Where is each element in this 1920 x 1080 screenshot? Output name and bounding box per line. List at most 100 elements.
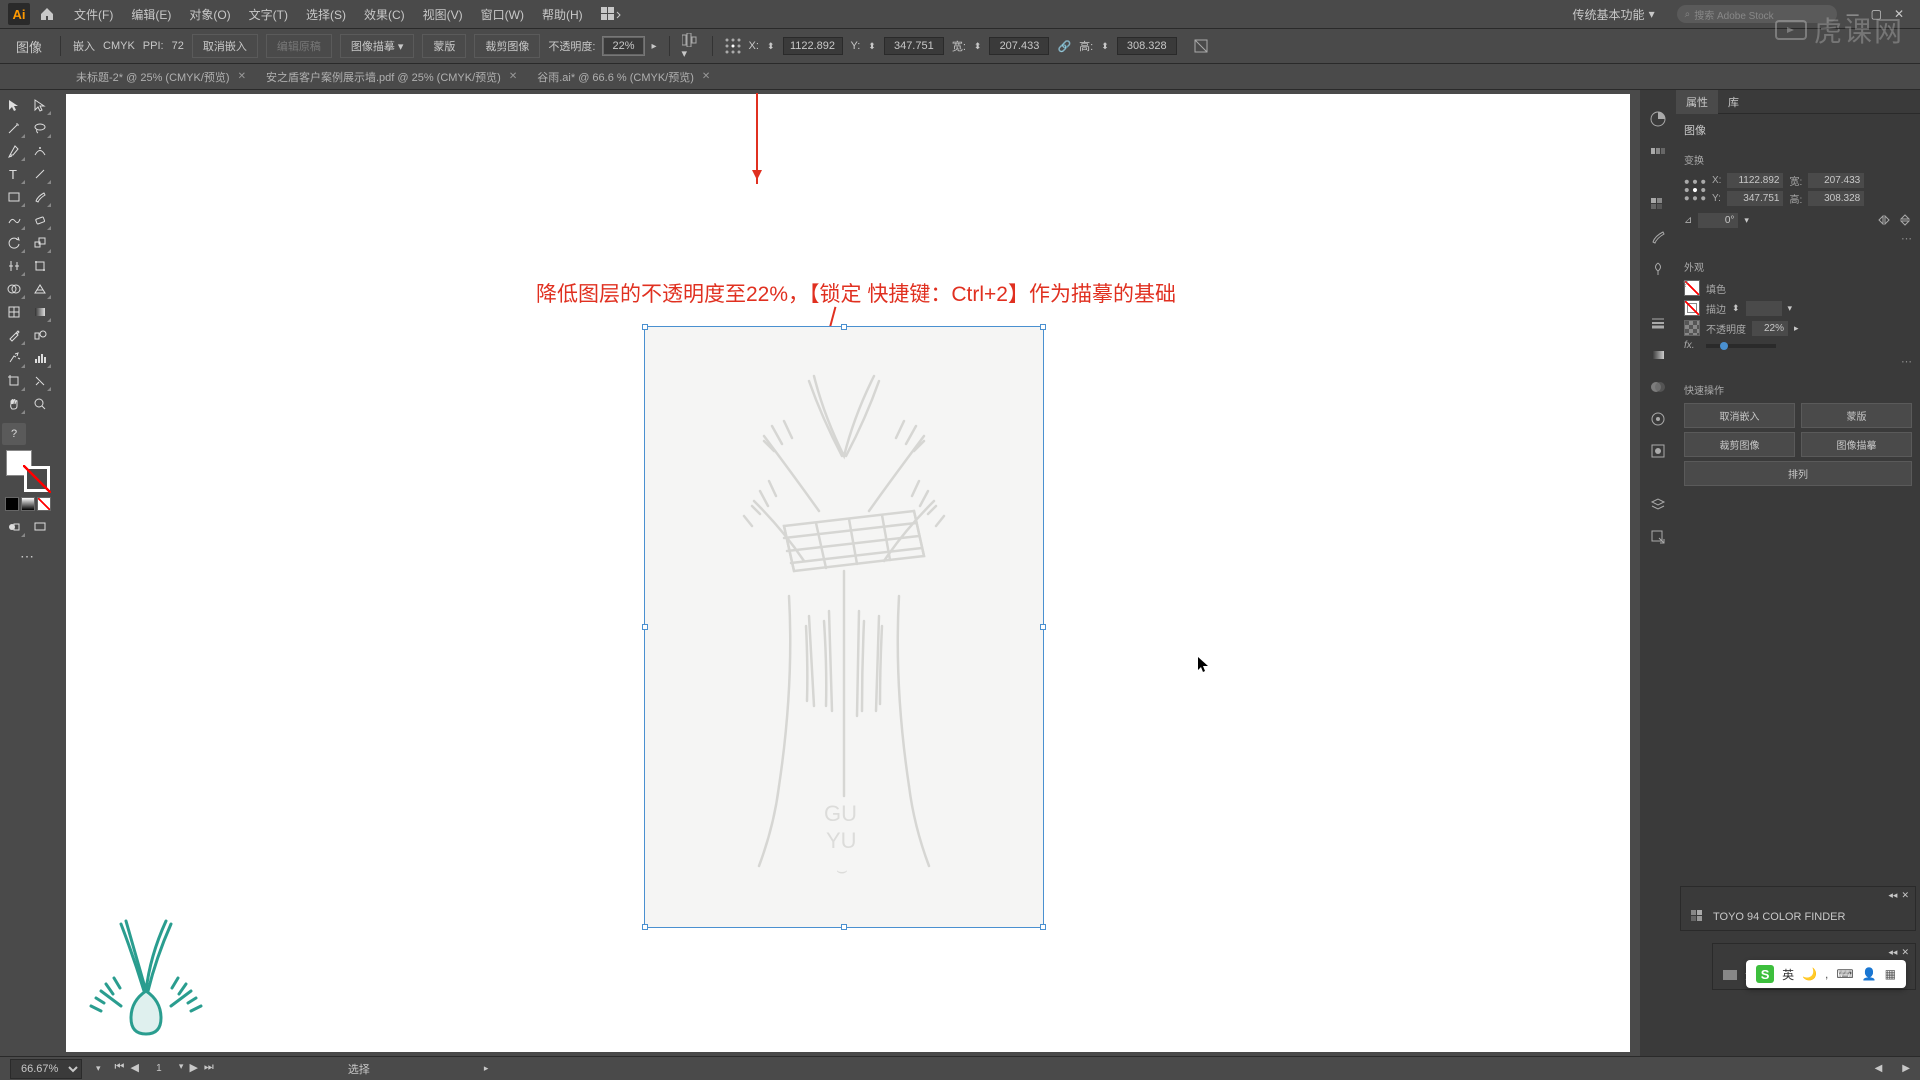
slice-tool[interactable] [28, 370, 52, 392]
next-artboard-icon[interactable]: ▶ [189, 1061, 197, 1076]
gradient-panel-icon[interactable] [1647, 344, 1669, 366]
transparency-panel-icon[interactable] [1647, 376, 1669, 398]
prop-opacity-field[interactable] [1752, 321, 1788, 336]
free-transform-tool[interactable] [28, 255, 52, 277]
chevron-down-icon[interactable]: ▾ [1744, 215, 1749, 226]
scroll-right-icon[interactable]: ▶ [1902, 1063, 1910, 1074]
color-panel-icon[interactable] [1647, 108, 1669, 130]
curvature-tool[interactable] [28, 140, 52, 162]
artboard-tool[interactable] [2, 370, 26, 392]
crop-button[interactable]: 裁剪图像 [474, 34, 540, 58]
menu-select[interactable]: 选择(S) [298, 2, 354, 27]
chevron-down-icon[interactable]: ▾ [96, 1063, 101, 1074]
align-icon[interactable]: ▾ [682, 33, 700, 60]
image-trace-button[interactable]: 图像描摹 ▾ [340, 34, 415, 58]
tab-doc-3[interactable]: 谷雨.ai* @ 66.6 % (CMYK/预览)✕ [527, 64, 720, 90]
graphic-styles-icon[interactable] [1647, 440, 1669, 462]
menu-file[interactable]: 文件(F) [66, 2, 121, 27]
status-flyout-icon[interactable]: ▸ [484, 1063, 489, 1074]
handle-n[interactable] [841, 324, 847, 330]
link-icon[interactable]: 🔗 [1057, 40, 1071, 53]
prop-h-field[interactable] [1808, 191, 1864, 206]
transform-ref-icon[interactable] [1684, 179, 1706, 201]
symbol-sprayer-tool[interactable] [2, 347, 26, 369]
handle-w[interactable] [642, 624, 648, 630]
rectangle-tool[interactable] [2, 186, 26, 208]
stroke-swatch[interactable] [1684, 300, 1700, 316]
close-icon[interactable]: ✕ [1901, 947, 1909, 958]
flip-h-icon[interactable] [1876, 213, 1892, 227]
symbols-panel-icon[interactable] [1647, 258, 1669, 280]
chevron-down-icon[interactable]: ▾ [179, 1061, 184, 1076]
handle-s[interactable] [841, 924, 847, 930]
appearance-panel-icon[interactable] [1647, 408, 1669, 430]
opacity-flyout-icon[interactable]: ▸ [1794, 323, 1799, 334]
ime-toolbar[interactable]: S 英 🌙 , ⌨ 👤 ▦ [1746, 960, 1906, 988]
close-icon[interactable]: ✕ [1901, 890, 1909, 901]
ime-lang[interactable]: 英 [1782, 966, 1794, 983]
gradient-color[interactable] [21, 497, 35, 511]
moon-icon[interactable]: 🌙 [1802, 967, 1817, 981]
scroll-left-icon[interactable]: ◀ [1875, 1063, 1883, 1074]
menu-window[interactable]: 窗口(W) [473, 2, 532, 27]
prop-y-field[interactable] [1727, 191, 1783, 206]
direct-selection-tool[interactable] [28, 94, 52, 116]
opacity-slider[interactable] [1706, 344, 1776, 348]
opacity-flyout-icon[interactable]: ▸ [652, 41, 657, 52]
magic-wand-tool[interactable] [2, 117, 26, 139]
grid-icon[interactable]: ▦ [1885, 967, 1896, 981]
tab-doc-2[interactable]: 安之盾客户案例展示墙.pdf @ 25% (CMYK/预览)✕ [256, 64, 527, 90]
handle-nw[interactable] [642, 324, 648, 330]
workspace-switcher[interactable]: 传统基本功能 ▾ [1561, 2, 1667, 27]
collapse-icon[interactable]: ◂◂ [1888, 890, 1897, 901]
handle-e[interactable] [1040, 624, 1046, 630]
toggle-fill-stroke[interactable]: ? [2, 423, 26, 445]
tab-doc-1[interactable]: 未标题-2* @ 25% (CMYK/预览)✕ [66, 64, 256, 90]
paintbrush-tool[interactable] [28, 186, 52, 208]
menu-type[interactable]: 文字(T) [241, 2, 296, 27]
swatch-library-title[interactable]: TOYO 94 COLOR FINDER [1681, 904, 1915, 930]
perspective-grid-tool[interactable] [28, 278, 52, 300]
layers-panel-icon[interactable] [1647, 494, 1669, 516]
handle-ne[interactable] [1040, 324, 1046, 330]
quick-crop-button[interactable]: 裁剪图像 [1684, 432, 1795, 457]
keyboard-icon[interactable]: ⌨ [1836, 967, 1853, 981]
menu-help[interactable]: 帮助(H) [534, 2, 591, 27]
home-icon[interactable] [36, 3, 58, 25]
unembed-button[interactable]: 取消嵌入 [192, 34, 258, 58]
scale-tool[interactable] [28, 232, 52, 254]
more-options-icon[interactable]: ⋯ [1684, 232, 1912, 245]
zoom-select[interactable]: 66.67% [10, 1059, 82, 1079]
menu-edit[interactable]: 编辑(E) [123, 2, 179, 27]
handle-sw[interactable] [642, 924, 648, 930]
menu-view[interactable]: 视图(V) [415, 2, 471, 27]
tab-properties[interactable]: 属性 [1676, 90, 1718, 114]
fill-stroke-swatch[interactable] [2, 450, 54, 492]
collapse-icon[interactable]: ◂◂ [1888, 947, 1897, 958]
screen-mode[interactable] [28, 516, 52, 538]
brushes-panel-icon[interactable] [1647, 226, 1669, 248]
isolate-icon[interactable] [1193, 38, 1209, 54]
swatches-panel-icon[interactable] [1647, 194, 1669, 216]
link-xy-icon[interactable]: ⬍ [767, 41, 775, 52]
h-field[interactable] [1117, 37, 1177, 55]
menu-arrange-docs[interactable] [593, 3, 629, 25]
stroke-swatch[interactable] [24, 466, 50, 492]
hand-tool[interactable] [2, 393, 26, 415]
fx-label[interactable]: fx. [1684, 340, 1700, 351]
person-icon[interactable]: 👤 [1862, 967, 1877, 981]
selection-tool[interactable] [2, 94, 26, 116]
canvas-area[interactable]: 降低图层的不透明度至22%，【锁定 快捷键：Ctrl+2】作为描摹的基础 [56, 90, 1640, 1056]
quick-trace-button[interactable]: 图像描摹 [1801, 432, 1912, 457]
shaper-tool[interactable] [2, 209, 26, 231]
color-guide-icon[interactable] [1647, 140, 1669, 162]
close-icon[interactable]: ✕ [238, 71, 246, 82]
x-field[interactable] [783, 37, 843, 55]
graph-tool[interactable] [28, 347, 52, 369]
stroke-weight-stepper[interactable]: ⬍ [1732, 303, 1740, 314]
link-wh-icon[interactable]: ⬍ [974, 41, 982, 52]
y-field[interactable] [884, 37, 944, 55]
edit-toolbar[interactable]: ⋯ [2, 545, 52, 567]
asset-export-icon[interactable] [1647, 526, 1669, 548]
first-artboard-icon[interactable]: ⏮ [115, 1061, 125, 1076]
